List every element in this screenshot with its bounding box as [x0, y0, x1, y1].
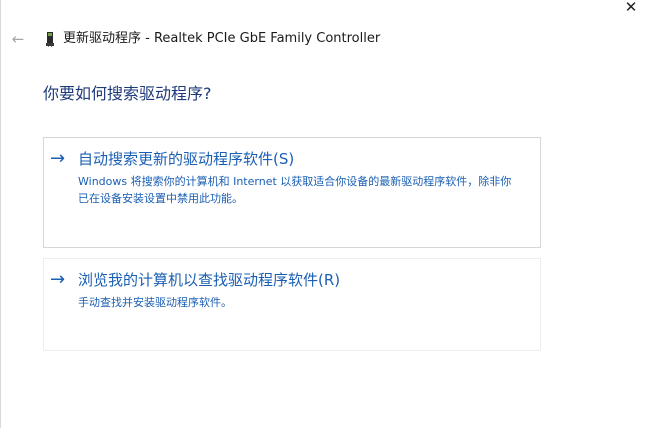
- window-title: 更新驱动程序 - Realtek PCIe GbE Family Control…: [63, 31, 381, 46]
- browse-computer-option[interactable]: → 浏览我的计算机以查找驱动程序软件(R) 手动查找并安装驱动程序软件。: [43, 258, 541, 351]
- arrow-right-icon: →: [50, 269, 66, 290]
- option-description: 手动查找并安装驱动程序软件。: [78, 296, 232, 309]
- device-icon: [46, 32, 54, 47]
- close-icon: ✕: [624, 0, 638, 16]
- auto-search-option[interactable]: → 自动搜索更新的驱动程序软件(S) Windows 将搜索你的计算机和 Int…: [43, 137, 541, 248]
- back-button[interactable]: ←: [8, 30, 28, 48]
- option-title: 自动搜索更新的驱动程序软件(S): [78, 150, 295, 168]
- option-description: Windows 将搜索你的计算机和 Internet 以获取适合你设备的最新驱动…: [78, 175, 512, 205]
- close-button[interactable]: ✕: [615, 0, 647, 16]
- window-left-border: [0, 0, 1, 428]
- back-arrow-icon: ←: [11, 30, 25, 48]
- page-heading: 你要如何搜索驱动程序?: [43, 84, 212, 103]
- option-title: 浏览我的计算机以查找驱动程序软件(R): [78, 271, 341, 289]
- arrow-right-icon: →: [50, 148, 66, 169]
